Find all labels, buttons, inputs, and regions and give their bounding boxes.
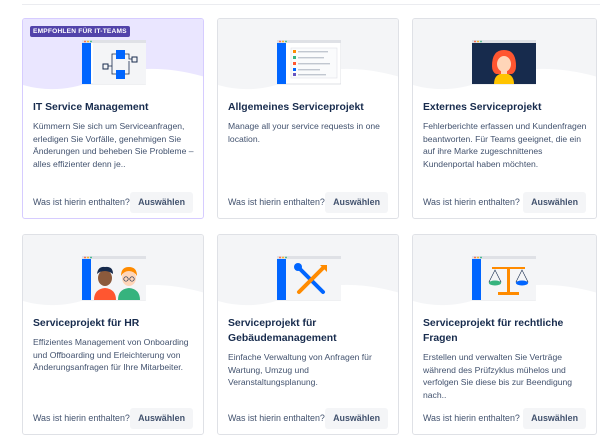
card-description: Erstellen und verwalten Sie Verträge wäh… [423, 352, 573, 400]
request-list-illustration [277, 40, 341, 85]
whats-inside-link[interactable]: Was ist hierin enthalten? [33, 413, 130, 423]
whats-inside-link[interactable]: Was ist hierin enthalten? [228, 197, 325, 207]
card-description: Einfache Verwaltung von Anfragen für War… [228, 352, 372, 388]
hr-people-illustration [82, 256, 146, 301]
card-description: Manage all your service requests in one … [228, 121, 380, 144]
template-card-hr[interactable]: Serviceprojekt für HR Effizientes Manage… [22, 234, 204, 435]
template-card-general-service[interactable]: Allgemeines Serviceprojekt Manage all yo… [217, 18, 399, 219]
card-title: Serviceprojekt für Gebäudemanagement [228, 318, 337, 344]
select-button[interactable]: Auswählen [325, 192, 388, 213]
select-button[interactable]: Auswählen [325, 408, 388, 429]
tools-illustration [277, 256, 341, 301]
card-banner [218, 235, 398, 311]
it-service-workflow-illustration [82, 40, 146, 85]
whats-inside-link[interactable]: Was ist hierin enthalten? [228, 413, 325, 423]
template-card-external-service[interactable]: Externes Serviceprojekt Fehlerberichte e… [412, 18, 597, 219]
card-banner [23, 235, 203, 311]
card-banner [218, 19, 398, 95]
card-description: Effizientes Management von Onboarding un… [33, 337, 189, 373]
card-description: Kümmern Sie sich um Serviceanfragen, erl… [33, 121, 194, 169]
card-banner [413, 19, 596, 95]
legal-scales-illustration [472, 256, 536, 301]
customer-portal-illustration [472, 40, 536, 85]
card-description: Fehlerberichte erfassen und Kundenfragen… [423, 121, 587, 169]
top-divider [22, 4, 600, 5]
whats-inside-link[interactable]: Was ist hierin enthalten? [423, 197, 520, 207]
card-banner [413, 235, 596, 311]
card-banner: EMPFOHLEN FÜR IT-TEAMS [23, 19, 203, 95]
card-title: Serviceprojekt für rechtliche Fragen [423, 318, 564, 344]
whats-inside-link[interactable]: Was ist hierin enthalten? [423, 413, 520, 423]
template-card-it-service-management[interactable]: EMPFOHLEN FÜR IT-TEAMS IT Service Manage… [22, 18, 204, 219]
select-button[interactable]: Auswählen [130, 408, 193, 429]
card-title: Externes Serviceprojekt [423, 102, 542, 113]
template-card-facilities[interactable]: Serviceprojekt für Gebäudemanagement Ein… [217, 234, 399, 435]
card-title: Allgemeines Serviceprojekt [228, 102, 364, 113]
card-title: IT Service Management [33, 102, 149, 113]
select-button[interactable]: Auswählen [523, 192, 586, 213]
card-title: Serviceprojekt für HR [33, 318, 140, 329]
select-button[interactable]: Auswählen [523, 408, 586, 429]
select-button[interactable]: Auswählen [130, 192, 193, 213]
template-card-legal[interactable]: Serviceprojekt für rechtliche Fragen Ers… [412, 234, 597, 435]
whats-inside-link[interactable]: Was ist hierin enthalten? [33, 197, 130, 207]
recommended-badge: EMPFOHLEN FÜR IT-TEAMS [30, 26, 130, 37]
